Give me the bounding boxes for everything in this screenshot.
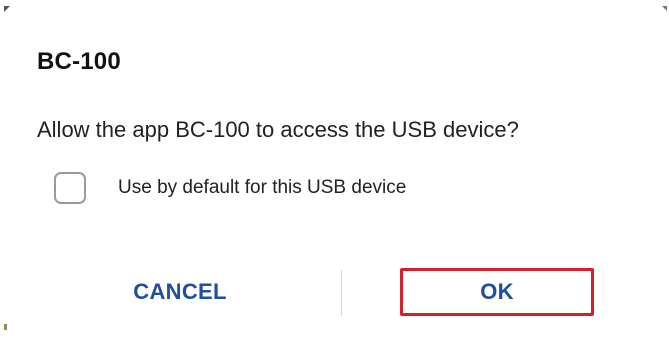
corner-mark-top-right [662,6,667,11]
usb-permission-dialog: BC-100 Allow the app BC-100 to access th… [0,0,669,338]
corner-mark-bottom-left [4,324,7,330]
default-usb-checkbox[interactable] [54,172,86,204]
default-usb-checkbox-label[interactable]: Use by default for this USB device [118,177,406,199]
default-usb-checkbox-row[interactable]: Use by default for this USB device [54,171,406,205]
dialog-message: Allow the app BC-100 to access the USB d… [37,117,519,142]
cancel-button[interactable]: CANCEL [80,268,280,316]
corner-mark-top-left [4,6,10,12]
dialog-title: BC-100 [37,48,121,75]
button-divider [341,270,342,316]
ok-button[interactable]: OK [400,268,594,316]
